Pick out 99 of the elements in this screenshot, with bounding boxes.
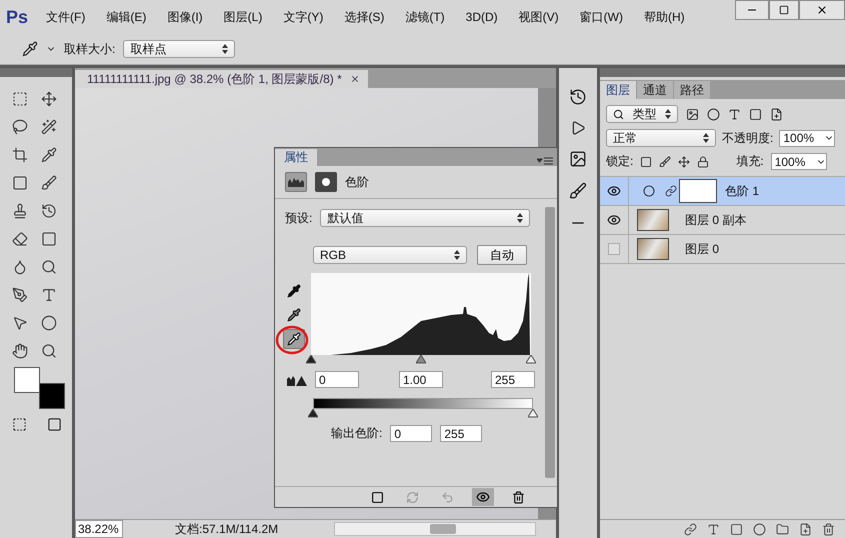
menu-item[interactable]: 图像(I) [167,8,203,26]
document-size-text: 文档:57.1M/114.2M [175,520,278,538]
blend-mode-select[interactable]: 正常 [606,129,716,147]
eye-icon[interactable] [607,184,621,198]
histogram-icon[interactable] [285,172,307,192]
square-icon[interactable] [371,490,384,504]
properties-tab[interactable]: 属性 [275,149,317,166]
link-icon[interactable] [684,522,697,536]
updown-caret-icon [222,44,228,54]
output-shadow-field[interactable]: 0 [390,425,432,442]
panel-tab[interactable]: 图层 [600,81,636,99]
updown-caret-icon [665,109,671,119]
mask-icon[interactable] [315,172,337,192]
trash-icon[interactable] [822,522,835,536]
brushes-icon[interactable] [569,182,587,200]
search-icon[interactable] [613,108,624,120]
layer-row[interactable]: 图层 0 副本 [600,206,845,235]
lock-icon[interactable] [697,156,710,168]
image-filter-icon[interactable] [686,108,699,120]
vertical-scrollbar[interactable] [545,207,555,478]
menu-item[interactable]: 图层(L) [224,8,262,26]
input-level-handle[interactable] [526,355,536,364]
zoom-field[interactable]: 38.22% [75,520,123,538]
layer-thumbnail [637,238,669,260]
lock-position-icon[interactable] [678,156,690,168]
output-highlight-field[interactable]: 255 [440,425,482,442]
panel-tab[interactable]: 通道 [637,81,673,99]
adjustment-title: 色阶 [345,174,369,190]
updown-caret-icon [454,250,460,260]
preset-select[interactable]: 默认值 [320,209,530,227]
eye-icon[interactable] [476,490,490,504]
opacity-field[interactable]: 100% [779,130,836,146]
sample-size-label: 取样大小: [64,40,116,58]
link-icon [665,185,677,197]
menu-item[interactable]: 窗口(W) [580,8,623,26]
output-level-handle[interactable] [528,409,538,418]
eyedropper-button[interactable] [283,329,305,349]
input-highlight-field[interactable]: 255 [491,371,535,388]
lock-transparency-icon[interactable] [640,156,652,168]
lock-pixels-icon[interactable] [659,156,672,168]
document-tab[interactable]: 11111111111.jpg @ 38.2% (色阶 1, 图层蒙版/8) * [75,70,368,88]
updown-caret-icon [703,133,709,143]
input-level-handle[interactable] [306,355,316,364]
input-gamma-field[interactable]: 1.00 [399,371,443,388]
layer-name: 图层 0 [685,240,720,258]
sample-size-select[interactable]: 取样点 [123,40,236,58]
visibility-button[interactable] [472,488,494,506]
mask-icon[interactable] [730,522,743,536]
maximize-button[interactable] [769,0,799,20]
close-icon[interactable] [816,4,828,16]
type-filter-icon[interactable] [728,108,741,120]
close-button[interactable] [799,0,845,20]
opacity-label: 不透明度: [722,130,774,146]
menu-item[interactable]: 3D(D) [466,10,498,24]
channel-select[interactable]: RGB [313,246,467,264]
shape-filter-icon[interactable] [749,108,762,120]
layer-name: 色阶 1 [725,182,760,200]
output-level-handle[interactable] [308,409,318,418]
panel-tab[interactable]: 路径 [674,81,710,99]
menu-item[interactable]: 帮助(H) [644,8,685,26]
updown-caret-icon [517,213,524,223]
menu-item[interactable]: 滤镜(T) [405,8,445,26]
panel-header-bar [0,68,72,77]
play-icon[interactable] [570,120,586,136]
output-levels-label: 输出色阶: [331,425,382,442]
horizontal-scrollbar[interactable] [334,522,536,536]
menu-item[interactable]: 文字(Y) [283,8,324,26]
menu-item[interactable]: 选择(S) [344,8,384,26]
auto-button[interactable]: 自动 [477,245,527,265]
history-icon[interactable] [569,88,587,106]
menu-item[interactable]: 编辑(E) [106,8,146,26]
eyedropper-icon[interactable] [22,41,38,57]
lock-label: 锁定: [606,153,634,170]
app-logo: Ps [6,6,30,28]
clipping-warning-icon[interactable] [287,374,307,386]
layer-thumbnail [637,209,669,231]
layer-row[interactable]: 图层 0 [600,235,845,264]
layer-row[interactable]: 色阶 1 [600,177,845,206]
layer-name: 图层 0 副本 [685,212,746,228]
maximize-icon[interactable] [779,5,789,15]
eye-icon[interactable] [607,213,621,227]
fill-field[interactable]: 100% [770,153,827,170]
input-shadow-field[interactable]: 0 [315,371,359,388]
preset-label: 预设: [285,210,312,226]
filter-type-select[interactable]: 类型 [606,105,678,123]
background-color-swatch[interactable] [39,383,65,409]
close-icon[interactable] [350,74,360,84]
smart-object-filter-icon[interactable] [770,108,783,120]
fill-label: 填充: [736,153,764,170]
trash-icon[interactable] [512,490,525,504]
menu-item[interactable]: 视图(V) [518,8,559,26]
circle-annotation [275,324,309,356]
panel-menu-icon[interactable] [537,156,553,166]
quick-mask-icon[interactable] [12,417,27,432]
new-layer-icon[interactable] [799,522,812,536]
menu-item[interactable]: 文件(F) [46,8,86,26]
foreground-color-swatch[interactable] [14,367,40,393]
folder-icon[interactable] [776,522,789,536]
layer-mask-thumbnail [679,179,717,203]
